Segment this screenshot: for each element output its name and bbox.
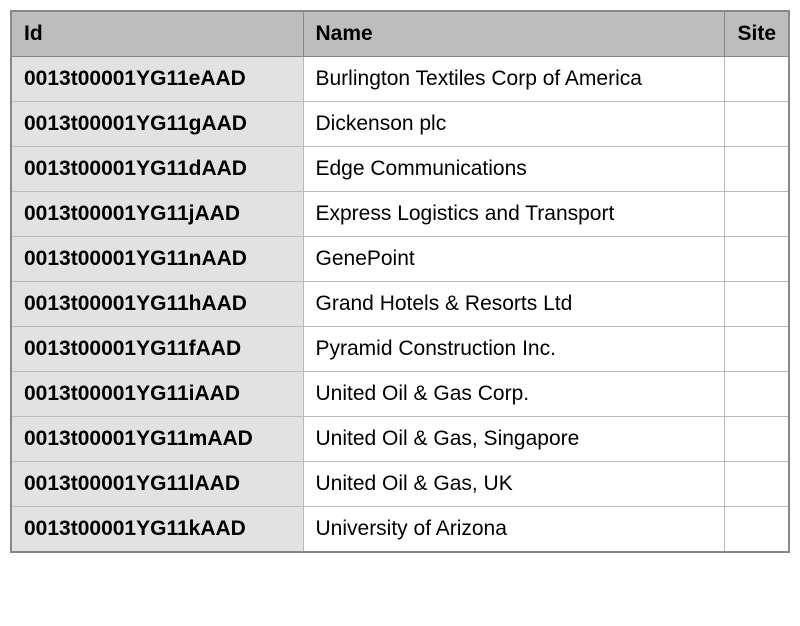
column-header-site[interactable]: Site — [725, 11, 789, 57]
table-row[interactable]: 0013t00001YG11kAADUniversity of Arizona — [11, 507, 789, 553]
cell-site — [725, 102, 789, 147]
cell-id: 0013t00001YG11jAAD — [11, 192, 303, 237]
cell-id: 0013t00001YG11kAAD — [11, 507, 303, 553]
cell-site — [725, 327, 789, 372]
cell-name: Grand Hotels & Resorts Ltd — [303, 282, 725, 327]
data-table-container: Id Name Site 0013t00001YG11eAADBurlingto… — [10, 10, 790, 553]
cell-id: 0013t00001YG11lAAD — [11, 462, 303, 507]
table-header-row: Id Name Site — [11, 11, 789, 57]
cell-site — [725, 57, 789, 102]
cell-id: 0013t00001YG11gAAD — [11, 102, 303, 147]
cell-site — [725, 507, 789, 553]
table-row[interactable]: 0013t00001YG11eAADBurlington Textiles Co… — [11, 57, 789, 102]
cell-id: 0013t00001YG11eAAD — [11, 57, 303, 102]
table-row[interactable]: 0013t00001YG11jAADExpress Logistics and … — [11, 192, 789, 237]
table-row[interactable]: 0013t00001YG11dAADEdge Communications — [11, 147, 789, 192]
table-body: 0013t00001YG11eAADBurlington Textiles Co… — [11, 57, 789, 553]
cell-id: 0013t00001YG11mAAD — [11, 417, 303, 462]
table-row[interactable]: 0013t00001YG11iAADUnited Oil & Gas Corp. — [11, 372, 789, 417]
cell-name: Express Logistics and Transport — [303, 192, 725, 237]
cell-name: Burlington Textiles Corp of America — [303, 57, 725, 102]
cell-name: Pyramid Construction Inc. — [303, 327, 725, 372]
cell-id: 0013t00001YG11iAAD — [11, 372, 303, 417]
table-row[interactable]: 0013t00001YG11mAADUnited Oil & Gas, Sing… — [11, 417, 789, 462]
cell-id: 0013t00001YG11hAAD — [11, 282, 303, 327]
cell-site — [725, 192, 789, 237]
data-table: Id Name Site 0013t00001YG11eAADBurlingto… — [10, 10, 790, 553]
table-row[interactable]: 0013t00001YG11hAADGrand Hotels & Resorts… — [11, 282, 789, 327]
cell-name: United Oil & Gas Corp. — [303, 372, 725, 417]
column-header-name[interactable]: Name — [303, 11, 725, 57]
column-header-id[interactable]: Id — [11, 11, 303, 57]
cell-site — [725, 237, 789, 282]
cell-name: Dickenson plc — [303, 102, 725, 147]
cell-site — [725, 372, 789, 417]
cell-site — [725, 282, 789, 327]
cell-site — [725, 462, 789, 507]
cell-id: 0013t00001YG11dAAD — [11, 147, 303, 192]
cell-site — [725, 147, 789, 192]
cell-id: 0013t00001YG11nAAD — [11, 237, 303, 282]
cell-name: United Oil & Gas, Singapore — [303, 417, 725, 462]
cell-id: 0013t00001YG11fAAD — [11, 327, 303, 372]
cell-name: University of Arizona — [303, 507, 725, 553]
cell-site — [725, 417, 789, 462]
table-row[interactable]: 0013t00001YG11gAADDickenson plc — [11, 102, 789, 147]
cell-name: GenePoint — [303, 237, 725, 282]
cell-name: United Oil & Gas, UK — [303, 462, 725, 507]
table-row[interactable]: 0013t00001YG11fAADPyramid Construction I… — [11, 327, 789, 372]
cell-name: Edge Communications — [303, 147, 725, 192]
table-row[interactable]: 0013t00001YG11nAADGenePoint — [11, 237, 789, 282]
table-row[interactable]: 0013t00001YG11lAADUnited Oil & Gas, UK — [11, 462, 789, 507]
